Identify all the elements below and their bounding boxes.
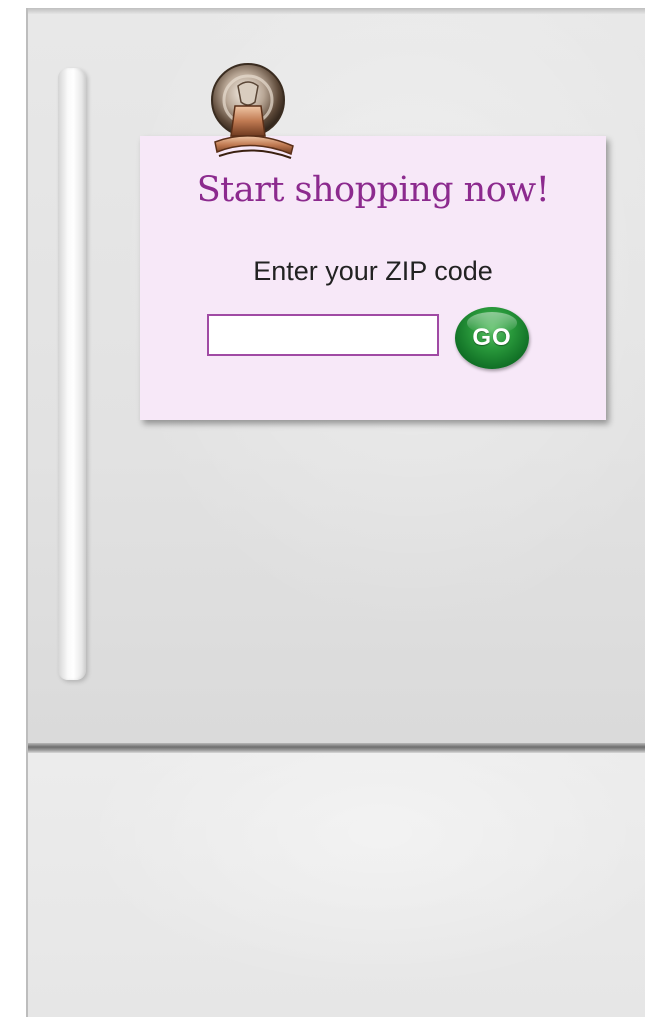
fridge-door-seam	[28, 743, 645, 753]
fridge-top-edge	[28, 8, 645, 14]
fridge-scene: Start shopping now! Enter your ZIP code …	[0, 0, 645, 1017]
zip-label: Enter your ZIP code	[253, 256, 493, 286]
zip-code-input[interactable]	[207, 314, 439, 356]
magnet-clip-icon	[211, 63, 294, 159]
fridge-bottom-door	[28, 753, 645, 1017]
fridge-handle	[58, 68, 86, 680]
card-title: Start shopping now!	[196, 170, 550, 210]
go-button[interactable]: GO	[455, 307, 529, 369]
zip-code-card: Start shopping now! Enter your ZIP code …	[140, 136, 606, 420]
go-button-label: GO	[472, 324, 512, 351]
